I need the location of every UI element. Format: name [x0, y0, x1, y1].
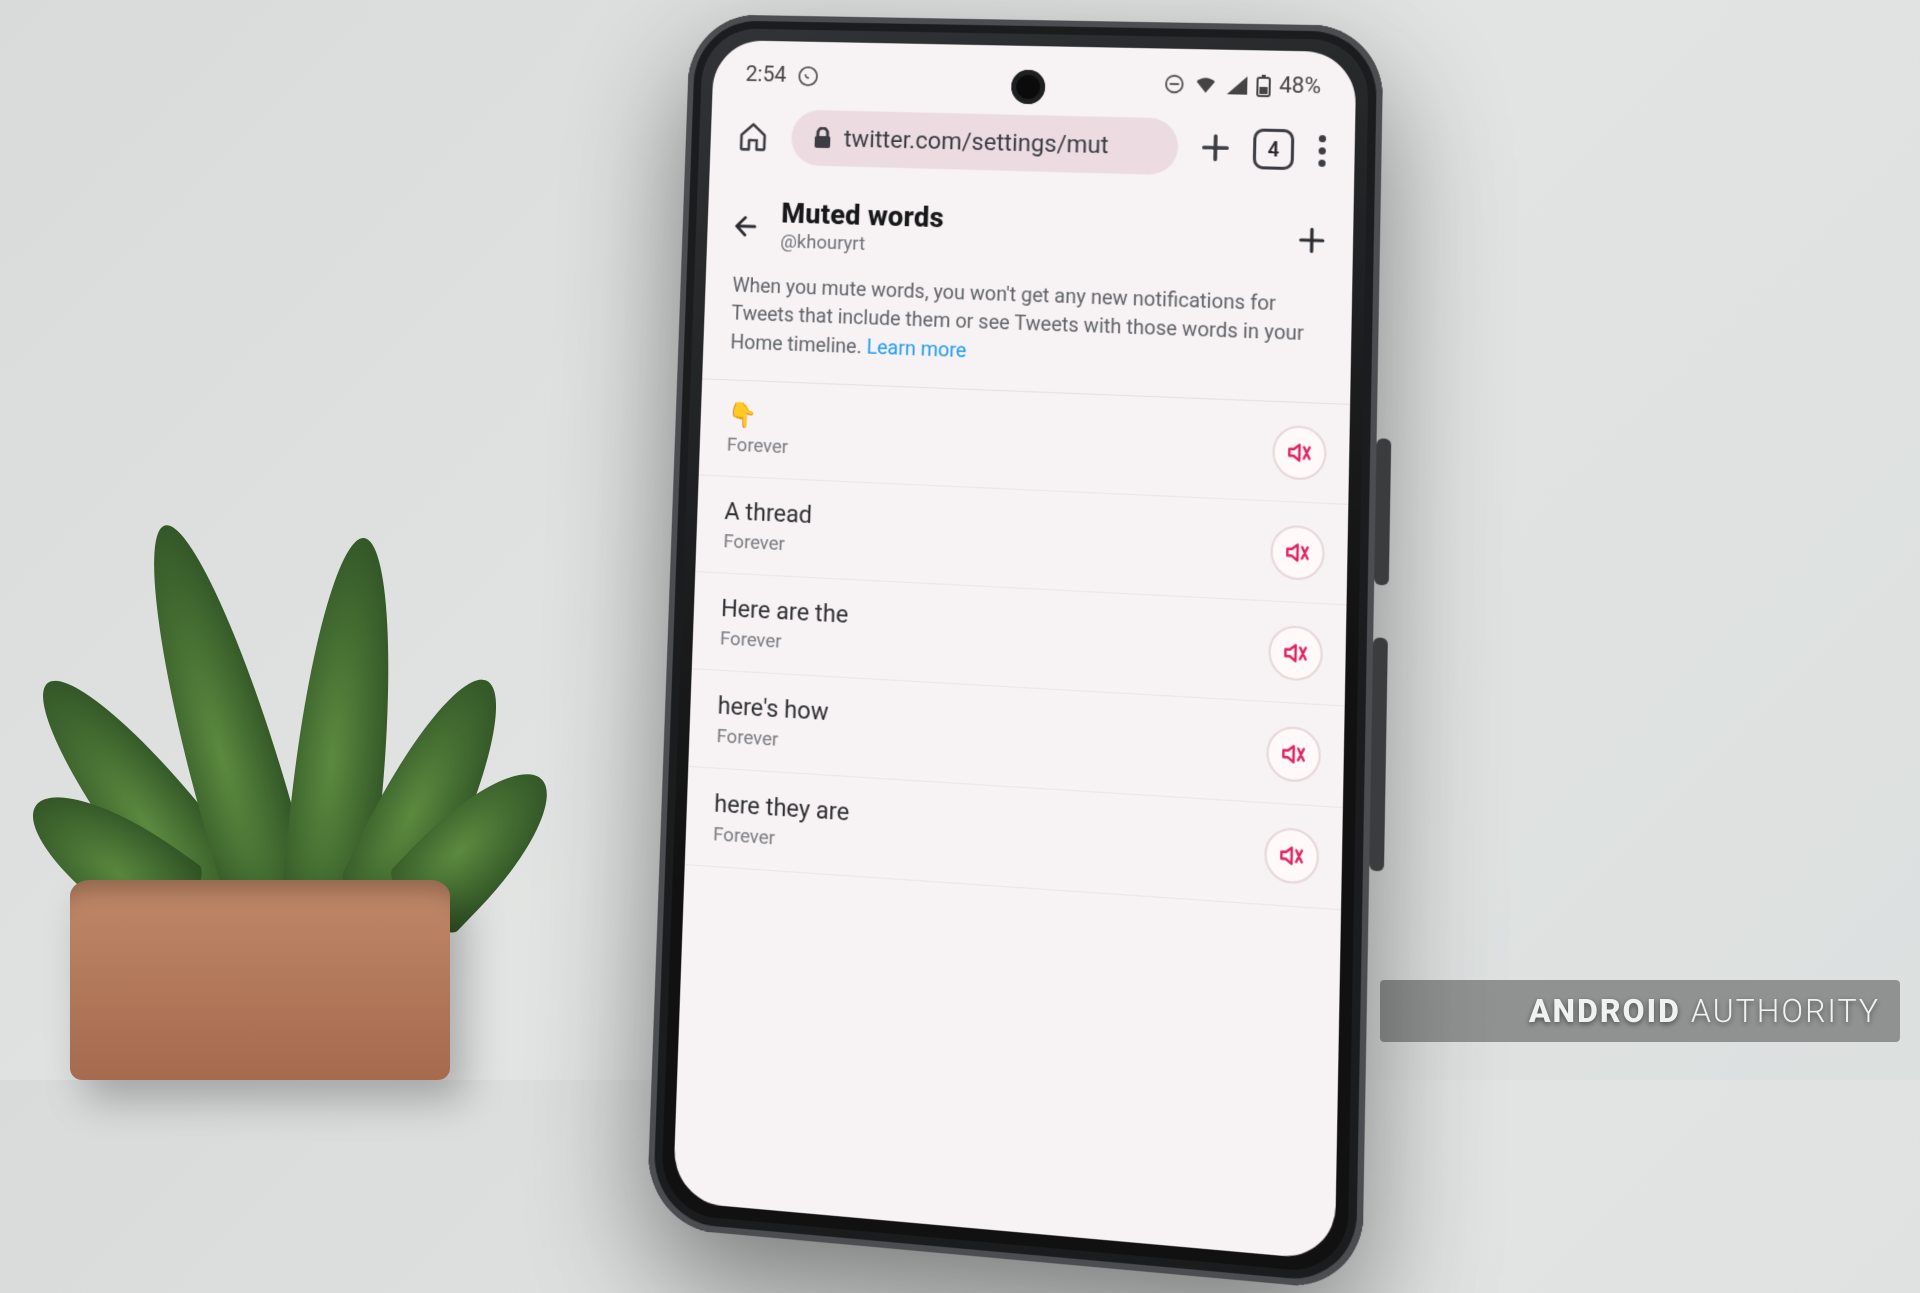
- whatsapp-icon: [798, 65, 820, 87]
- unmute-icon: [1284, 538, 1311, 566]
- browser-menu-icon[interactable]: [1314, 130, 1330, 170]
- watermark: ANDROIDAUTHORITY: [1529, 992, 1880, 1030]
- unmute-button[interactable]: [1272, 424, 1327, 480]
- battery-percent: 48%: [1279, 73, 1321, 99]
- power-button: [1369, 637, 1388, 871]
- learn-more-link[interactable]: Learn more: [866, 334, 967, 362]
- phone-device: 2:54: [646, 14, 1384, 1291]
- decorative-plant: [20, 360, 540, 1080]
- home-icon[interactable]: [733, 116, 773, 156]
- url-text: twitter.com/settings/mut: [843, 125, 1109, 160]
- cell-signal-icon: [1226, 75, 1249, 96]
- url-bar[interactable]: twitter.com/settings/mut: [791, 110, 1179, 176]
- add-muted-word-button[interactable]: [1295, 223, 1329, 257]
- muted-words-list: 👇 Forever A thread Forever: [685, 379, 1350, 910]
- unmute-button[interactable]: [1270, 524, 1325, 581]
- unmute-icon: [1280, 739, 1308, 768]
- battery-icon: [1256, 74, 1271, 97]
- tab-switcher-button[interactable]: 4: [1253, 128, 1295, 170]
- unmute-icon: [1286, 438, 1313, 466]
- unmute-icon: [1282, 638, 1310, 667]
- unmute-button[interactable]: [1264, 826, 1319, 885]
- clock-text: 2:54: [745, 62, 787, 87]
- new-tab-icon[interactable]: [1198, 130, 1233, 165]
- wifi-icon: [1193, 74, 1218, 95]
- unmute-button[interactable]: [1268, 624, 1323, 682]
- lock-icon: [813, 127, 833, 149]
- tab-count: 4: [1267, 137, 1279, 162]
- volume-button: [1374, 438, 1391, 585]
- unmute-icon: [1278, 841, 1306, 870]
- dnd-icon: [1163, 72, 1186, 95]
- back-arrow-icon[interactable]: [730, 205, 760, 242]
- unmute-button[interactable]: [1266, 725, 1321, 783]
